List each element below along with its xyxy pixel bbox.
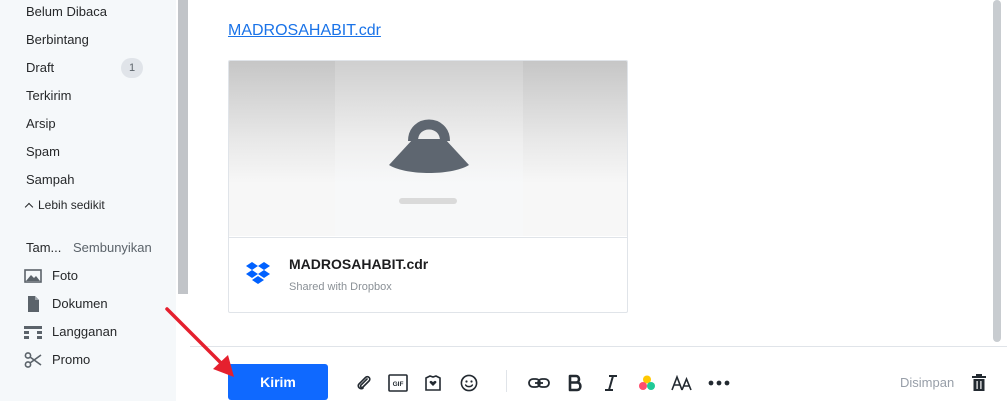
saved-status: Disimpan [900, 375, 955, 390]
emoji-icon[interactable] [458, 372, 480, 394]
link-icon[interactable] [528, 372, 550, 394]
photo-icon [24, 268, 42, 284]
dropbox-icon [245, 261, 271, 292]
folder-draft[interactable]: Draft [26, 60, 54, 76]
gif-icon[interactable]: GIF [387, 372, 409, 394]
view-foto[interactable]: Foto [24, 266, 174, 286]
sidebar-scrollbar-thumb[interactable] [178, 0, 188, 294]
italic-icon[interactable] [600, 372, 622, 394]
compose-body: MADROSAHABIT.cdr MADROSAHABIT.cdr Shared… [190, 0, 990, 346]
draft-count-badge: 1 [121, 58, 143, 78]
view-langganan[interactable]: Langganan [24, 322, 174, 342]
view-dokumen-label: Dokumen [52, 296, 108, 311]
compose-scrollbar-thumb[interactable] [993, 0, 1001, 342]
attachment-file-name: MADROSAHABIT.cdr [289, 256, 429, 272]
view-foto-label: Foto [52, 268, 79, 283]
sidebar: Belum Dibaca Berbintang Draft 1 Terkirim… [0, 0, 176, 401]
gif-icon-label: GIF [393, 381, 404, 388]
chevron-up-icon [24, 202, 34, 212]
show-less-toggle[interactable]: Lebih sedikit [24, 198, 105, 212]
color-icon[interactable] [636, 372, 658, 394]
bold-icon[interactable] [564, 372, 586, 394]
send-button[interactable]: Kirim [228, 364, 328, 400]
folder-sampah[interactable]: Sampah [26, 172, 74, 188]
view-dokumen[interactable]: Dokumen [24, 294, 174, 314]
preview-caption-placeholder [399, 198, 457, 204]
views-hide-button[interactable]: Sembunyikan [73, 240, 152, 255]
toolbar-divider [506, 370, 507, 392]
folder-arsip[interactable]: Arsip [26, 116, 56, 132]
more-icon[interactable] [708, 372, 730, 394]
view-promo[interactable]: Promo [24, 350, 174, 370]
view-promo-label: Promo [52, 352, 91, 367]
compose-toolbar: Kirim GIF Disimpan [190, 346, 1007, 402]
delete-icon[interactable] [968, 372, 990, 394]
sticker-icon[interactable] [422, 372, 444, 394]
document-icon [24, 296, 42, 312]
folder-spam[interactable]: Spam [26, 144, 60, 160]
attachment-preview [229, 61, 627, 236]
attachment-link[interactable]: MADROSAHABIT.cdr [228, 22, 381, 40]
subscriptions-icon [24, 324, 42, 340]
folder-berbintang[interactable]: Berbintang [26, 32, 89, 48]
attach-icon[interactable] [353, 372, 375, 394]
sidebar-scrollbar[interactable] [176, 0, 190, 401]
scissors-icon [24, 352, 42, 368]
attachment-shared-label: Shared with Dropbox [289, 281, 392, 293]
font-size-icon[interactable] [671, 372, 693, 394]
compose-scrollbar[interactable] [990, 0, 1007, 346]
file-placeholder-icon [389, 119, 469, 173]
folder-belum-dibaca[interactable]: Belum Dibaca [26, 4, 107, 20]
attachment-card-footer: MADROSAHABIT.cdr Shared with Dropbox [229, 237, 627, 312]
show-less-label: Lebih sedikit [38, 198, 105, 212]
folder-terkirim[interactable]: Terkirim [26, 88, 72, 104]
views-heading: Tam... [26, 240, 62, 255]
view-langganan-label: Langganan [52, 324, 118, 339]
attachment-card[interactable]: MADROSAHABIT.cdr Shared with Dropbox [228, 60, 628, 313]
